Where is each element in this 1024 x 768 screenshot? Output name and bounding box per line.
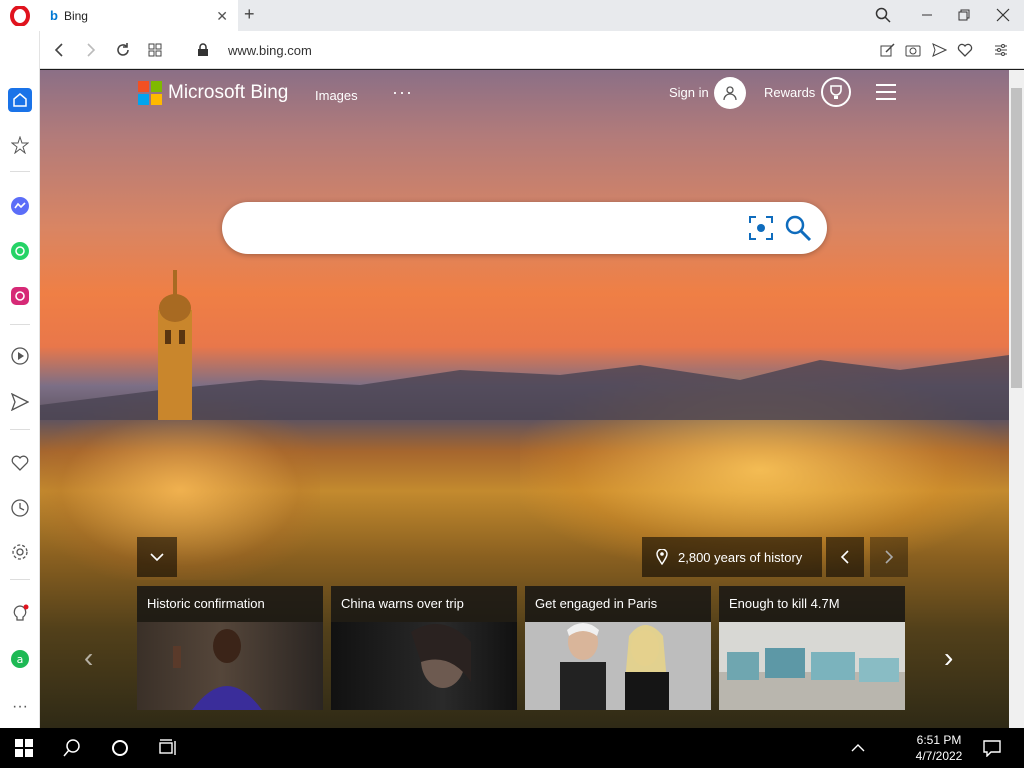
- search-tabs-icon[interactable]: [868, 4, 898, 26]
- sign-in-link[interactable]: Sign in: [669, 85, 709, 100]
- visual-search-icon[interactable]: [748, 215, 774, 241]
- microsoft-logo-icon: [138, 81, 162, 105]
- minimize-button[interactable]: [912, 4, 942, 26]
- previous-image-button[interactable]: [826, 537, 864, 577]
- search-input[interactable]: [242, 214, 722, 242]
- bing-logo[interactable]: Microsoft Bing: [138, 80, 288, 106]
- trophy-icon[interactable]: [821, 77, 851, 107]
- scrollbar-thumb[interactable]: [1011, 88, 1022, 388]
- search-box: [222, 202, 827, 254]
- collapse-feed-button[interactable]: [137, 537, 177, 577]
- url-field[interactable]: www.bing.com: [228, 43, 312, 58]
- news-card-thumbnail: [137, 622, 323, 710]
- news-card-title: China warns over trip: [341, 596, 464, 611]
- reload-button[interactable]: [112, 39, 134, 61]
- whatsapp-icon[interactable]: [8, 239, 32, 263]
- player-icon[interactable]: [8, 344, 32, 368]
- star-icon[interactable]: [8, 133, 32, 157]
- tab-bing[interactable]: b Bing ✕: [40, 0, 238, 31]
- carousel-prev-icon[interactable]: ‹: [84, 642, 93, 674]
- image-info-button[interactable]: 2,800 years of history: [642, 537, 822, 577]
- next-image-button[interactable]: [870, 537, 908, 577]
- svg-text:a: a: [17, 653, 24, 666]
- news-card[interactable]: Historic confirmation: [137, 586, 323, 710]
- news-card[interactable]: Enough to kill 4.7M: [719, 586, 905, 710]
- lock-icon[interactable]: [192, 39, 214, 61]
- snapshot-icon[interactable]: [904, 41, 922, 59]
- close-window-button[interactable]: [988, 4, 1018, 26]
- home-icon[interactable]: [8, 88, 32, 112]
- sidebar: a ···: [0, 31, 40, 728]
- send-page-icon[interactable]: [930, 41, 948, 59]
- bing-homepage: Microsoft Bing Images ··· Sign in Reward…: [40, 70, 1009, 728]
- bing-favicon-icon: b: [50, 8, 58, 23]
- bookmark-heart-icon[interactable]: [956, 41, 974, 59]
- news-card-title: Get engaged in Paris: [535, 596, 658, 611]
- chevron-left-icon: [840, 550, 849, 564]
- chevron-down-icon: [150, 553, 164, 562]
- chevron-right-icon: [885, 550, 894, 564]
- hamburger-menu-icon[interactable]: [876, 84, 896, 100]
- bing-logo-text: Microsoft Bing: [168, 82, 289, 103]
- tips-icon[interactable]: [8, 602, 32, 626]
- sidebar-divider: [10, 324, 30, 325]
- system-clock[interactable]: 6:51 PM 4/7/2022: [904, 732, 974, 764]
- search-icon[interactable]: [60, 736, 84, 760]
- clock-time: 6:51 PM: [916, 733, 962, 747]
- restore-button[interactable]: [949, 4, 979, 26]
- news-card-title: Enough to kill 4.7M: [729, 596, 840, 611]
- cathedral-tower: [158, 270, 192, 420]
- news-card-thumbnail: [331, 622, 517, 710]
- tab-close-icon[interactable]: ✕: [216, 8, 228, 25]
- messenger-icon[interactable]: [8, 194, 32, 218]
- sidebar-divider: [10, 429, 30, 430]
- news-card-thumbnail: [719, 622, 905, 710]
- opera-menu-icon[interactable]: [0, 0, 40, 31]
- instagram-icon[interactable]: [8, 284, 32, 308]
- speed-dial-icon[interactable]: [144, 39, 166, 61]
- history-icon[interactable]: [8, 496, 32, 520]
- windows-taskbar: 6:51 PM 4/7/2022: [0, 728, 1024, 768]
- new-tab-button[interactable]: +: [244, 4, 264, 26]
- notifications-icon[interactable]: [980, 736, 1004, 760]
- images-link[interactable]: Images: [315, 88, 358, 103]
- carousel-next-icon[interactable]: ›: [944, 642, 953, 674]
- search-icon[interactable]: [784, 214, 812, 242]
- back-button[interactable]: [48, 39, 70, 61]
- more-options-icon[interactable]: ···: [392, 82, 413, 103]
- location-pin-icon: [656, 549, 668, 565]
- image-caption: 2,800 years of history: [678, 549, 803, 565]
- task-view-icon[interactable]: [156, 736, 180, 760]
- sidebar-divider: [10, 579, 30, 580]
- clock-date: 4/7/2022: [915, 749, 963, 763]
- news-card[interactable]: China warns over trip: [331, 586, 517, 710]
- aria-icon[interactable]: a: [8, 647, 32, 671]
- chevron-up-icon[interactable]: [846, 736, 870, 760]
- send-icon[interactable]: [8, 390, 32, 414]
- address-bar: www.bing.com: [40, 31, 1024, 69]
- rewards-link[interactable]: Rewards: [764, 85, 815, 100]
- background-image: [40, 400, 320, 580]
- forward-button[interactable]: [80, 39, 102, 61]
- news-card[interactable]: Get engaged in Paris: [525, 586, 711, 710]
- news-card-thumbnail: [525, 622, 711, 710]
- tab-title: Bing: [63, 8, 88, 23]
- more-icon[interactable]: ···: [8, 695, 32, 719]
- news-card-title: Historic confirmation: [147, 596, 265, 611]
- easy-setup-icon[interactable]: [992, 41, 1010, 59]
- heart-icon[interactable]: [8, 451, 32, 475]
- user-avatar-icon[interactable]: [714, 77, 746, 109]
- cortana-icon[interactable]: [108, 736, 132, 760]
- edit-icon[interactable]: [878, 41, 896, 59]
- sidebar-divider: [10, 171, 30, 172]
- windows-start-icon[interactable]: [12, 736, 36, 760]
- settings-icon[interactable]: [8, 540, 32, 564]
